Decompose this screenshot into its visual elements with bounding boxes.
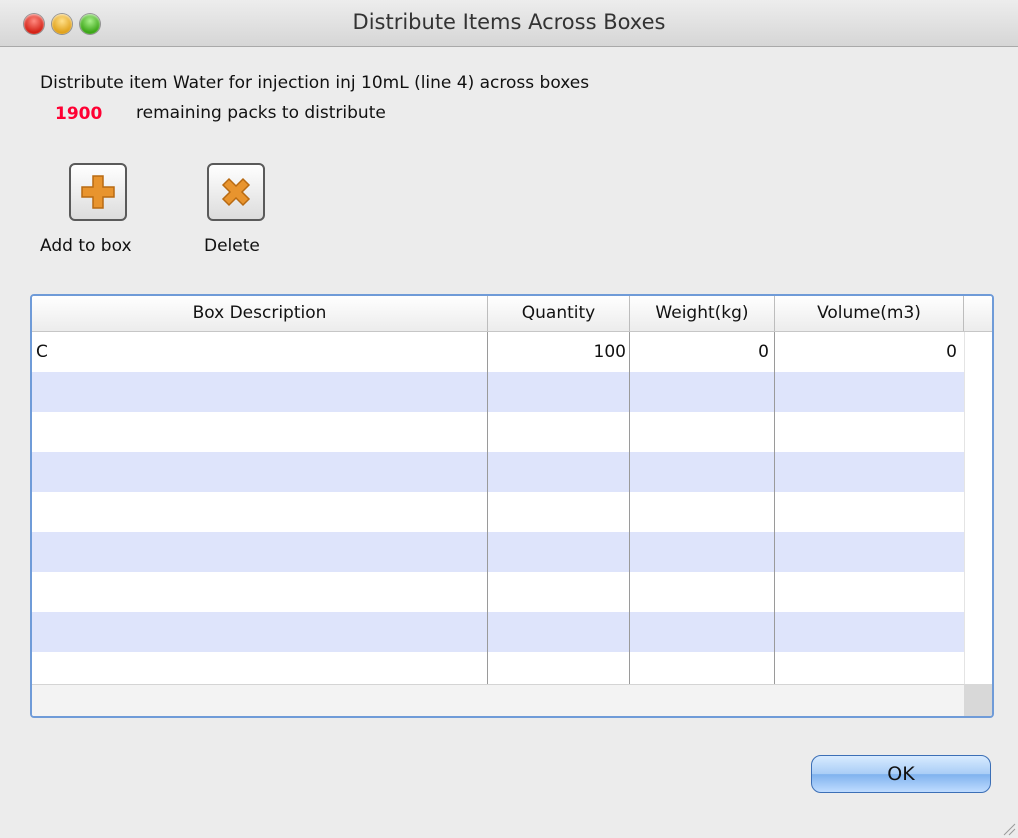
column-header-volume[interactable]: Volume(m3) [775,296,964,331]
table-row[interactable] [32,612,964,652]
table-row[interactable] [32,372,964,412]
add-to-box-label: Add to box [40,236,132,256]
column-header-weight[interactable]: Weight(kg) [630,296,775,331]
column-header-box-description[interactable]: Box Description [32,296,488,331]
column-divider [487,332,488,684]
remaining-label: remaining packs to distribute [136,103,386,123]
box-table[interactable]: Box Description Quantity Weight(kg) Volu… [30,294,994,718]
column-divider [629,332,630,684]
table-body: C 100 0 0 [32,332,964,684]
x-icon [221,177,251,207]
add-to-box-button[interactable] [69,163,127,221]
dialog-window: Distribute Items Across Boxes Distribute… [0,0,1018,838]
vertical-scrollbar[interactable] [964,332,992,684]
plus-icon [81,175,115,209]
table-row[interactable] [32,532,964,572]
table-row[interactable] [32,572,964,612]
delete-button[interactable] [207,163,265,221]
remaining-count: 1900 [55,104,103,124]
table-row[interactable] [32,652,964,684]
ok-button[interactable]: OK [811,755,991,793]
column-divider [774,332,775,684]
window-title: Distribute Items Across Boxes [352,10,666,34]
horizontal-scrollbar[interactable] [32,684,964,716]
table-row[interactable]: C 100 0 0 [32,332,964,372]
scrollbar-corner [964,684,992,716]
table-row[interactable] [32,452,964,492]
cell-volume[interactable]: 0 [775,332,957,372]
resize-grip-icon[interactable] [1000,820,1016,836]
title-bar: Distribute Items Across Boxes [0,0,1018,47]
cell-quantity[interactable]: 100 [488,332,626,372]
table-header: Box Description Quantity Weight(kg) Volu… [32,296,992,332]
column-header-quantity[interactable]: Quantity [488,296,630,331]
cell-box-description[interactable]: C [36,332,484,372]
item-description: Distribute item Water for injection inj … [40,73,590,93]
delete-label: Delete [204,236,260,256]
table-row[interactable] [32,492,964,532]
cell-weight[interactable]: 0 [630,332,769,372]
table-row[interactable] [32,412,964,452]
